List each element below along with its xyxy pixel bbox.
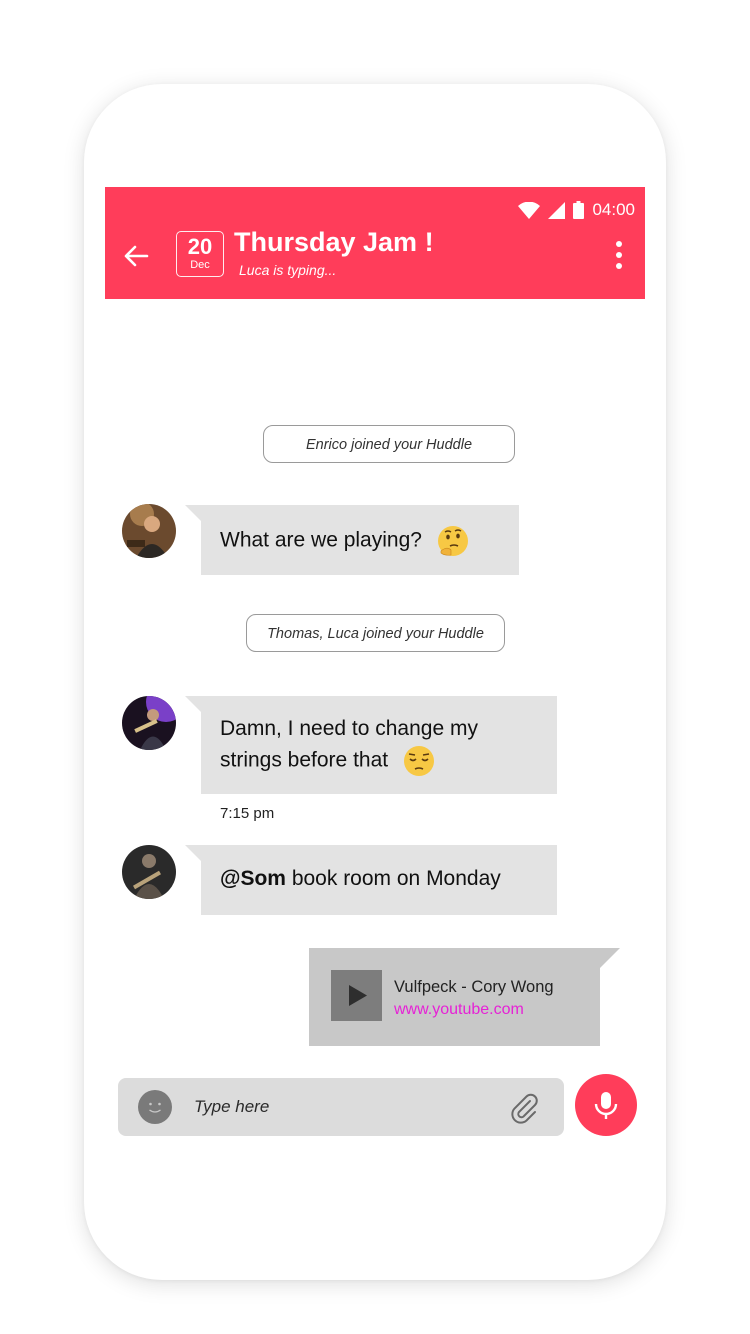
back-arrow-icon[interactable]: [123, 243, 149, 269]
message-timestamp: 7:15 pm: [220, 805, 275, 822]
message-line: strings before that: [220, 748, 389, 772]
composer: [118, 1078, 564, 1136]
status-time: 04:00: [592, 200, 635, 219]
message-text: book room on Monday: [285, 867, 501, 890]
avatar[interactable]: [122, 696, 176, 750]
app-bar: 04:00 20 Dec Thursday Jam ! Luca is typi…: [105, 187, 645, 299]
microphone-icon: [594, 1092, 618, 1119]
chat-screen: 04:00 20 Dec Thursday Jam ! Luca is typi…: [105, 187, 645, 1147]
chat-title: Thursday Jam !: [234, 227, 434, 257]
more-options-icon[interactable]: [615, 241, 623, 271]
pensive-face-icon: [403, 746, 434, 776]
bubble-tail: [600, 948, 620, 968]
date-month: Dec: [190, 259, 210, 271]
system-message: Enrico joined your Huddle: [263, 425, 515, 463]
message-input[interactable]: [194, 1092, 484, 1122]
link-title: Vulfpeck - Cory Wong: [394, 978, 554, 996]
mention[interactable]: @Som: [220, 867, 286, 890]
date-day: 20: [187, 234, 213, 259]
wifi-icon: [518, 201, 541, 219]
message-bubble: @Som book room on Monday: [201, 845, 557, 915]
link-preview-card[interactable]: Vulfpeck - Cory Wong www.youtube.com: [309, 948, 600, 1046]
bubble-tail: [185, 505, 201, 521]
microphone-button[interactable]: [575, 1074, 637, 1136]
date-badge: 20 Dec: [176, 231, 224, 277]
system-message: Thomas, Luca joined your Huddle: [246, 614, 505, 652]
message-text: What are we playing?: [220, 528, 422, 552]
bubble-tail: [185, 696, 201, 712]
avatar[interactable]: [122, 845, 176, 899]
battery-icon: [573, 201, 585, 219]
message-line: Damn, I need to change my: [220, 717, 478, 740]
emoji-picker-icon[interactable]: [138, 1090, 172, 1124]
play-icon: [349, 985, 367, 1006]
message-bubble: What are we playing?: [201, 505, 519, 575]
link-url[interactable]: www.youtube.com: [394, 1001, 524, 1019]
status-bar: 04:00: [518, 199, 635, 221]
thinking-face-icon: [437, 526, 468, 556]
bubble-tail: [185, 845, 201, 861]
message-bubble: Damn, I need to change my strings before…: [201, 696, 557, 794]
avatar[interactable]: [122, 504, 176, 558]
paperclip-icon[interactable]: [508, 1092, 540, 1124]
signal-icon: [548, 201, 566, 219]
video-thumbnail[interactable]: [331, 970, 382, 1021]
typing-status: Luca is typing...: [239, 262, 337, 278]
